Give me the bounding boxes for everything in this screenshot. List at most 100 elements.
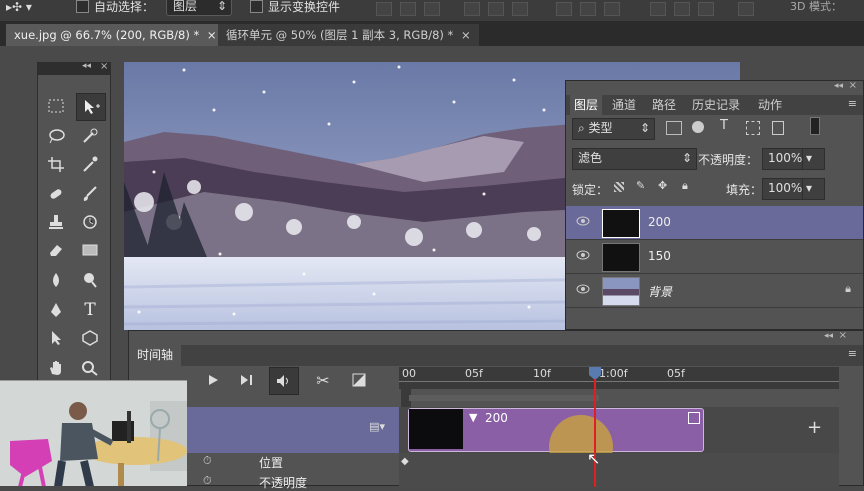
work-area-bar[interactable]	[409, 395, 599, 401]
add-track-button[interactable]: +	[807, 417, 822, 438]
lock-transparency-icon[interactable]	[614, 182, 624, 192]
eye-icon[interactable]	[576, 250, 590, 260]
show-transform-label: 显示变换控件	[268, 0, 341, 14]
layer-filter-dropdown[interactable]: ⌕ 类型 ⇕	[572, 118, 655, 140]
filter-smart-object-icon[interactable]	[772, 121, 784, 135]
tools-panel-header[interactable]: ◂◂ ×	[38, 61, 110, 75]
align-hcenter-icon[interactable]	[488, 2, 504, 16]
zoom-icon[interactable]	[76, 355, 104, 381]
lock-pixels-icon[interactable]: ✎	[636, 179, 645, 192]
close-icon[interactable]: ×	[461, 28, 471, 42]
collapse-icon[interactable]: ◂◂	[82, 61, 91, 71]
tab-layers[interactable]: 图层	[570, 95, 603, 115]
distribute-top-icon[interactable]	[556, 2, 572, 16]
pen-icon[interactable]	[42, 297, 70, 323]
audio-button[interactable]	[269, 367, 299, 395]
filter-shape-icon[interactable]	[746, 121, 760, 135]
keyframe-diamond-icon[interactable]: ◆	[401, 456, 409, 467]
lock-position-icon[interactable]: ✥	[658, 179, 667, 192]
tab-channels[interactable]: 通道	[612, 95, 636, 115]
auto-select-checkbox[interactable]	[76, 0, 89, 13]
eye-icon[interactable]	[576, 284, 590, 294]
close-icon[interactable]: ×	[207, 28, 217, 42]
eye-icon[interactable]	[576, 216, 590, 226]
clip-expand-icon[interactable]: ▼	[469, 411, 477, 424]
layer-thumbnail	[602, 277, 640, 306]
align-vcenter-icon[interactable]	[400, 2, 416, 16]
stopwatch-icon[interactable]: ⏱	[203, 454, 212, 468]
auto-select-label: 自动选择：	[94, 0, 155, 14]
close-icon[interactable]: ×	[849, 80, 857, 91]
clone-stamp-icon[interactable]	[42, 209, 70, 235]
dropdown-arrows-icon: ⇕	[681, 151, 692, 165]
filter-toggle[interactable]	[810, 117, 820, 135]
move-tool-icon[interactable]	[76, 93, 106, 121]
filter-adjustment-icon[interactable]	[692, 121, 704, 133]
doc-tab-loop-unit[interactable]: 循环单元 @ 50% (图层 1 副本 3, RGB/8) * ×	[218, 24, 479, 46]
distribute-bottom-icon[interactable]	[604, 2, 620, 16]
rect-marquee-icon[interactable]	[42, 93, 70, 119]
fill-dropdown-button[interactable]: ▾	[802, 178, 825, 200]
lasso-icon[interactable]	[42, 123, 70, 149]
opacity-dropdown-button[interactable]: ▾	[802, 148, 825, 170]
timeline-header: 时间轴 ≡	[129, 345, 863, 366]
close-icon[interactable]: ×	[100, 61, 108, 72]
panel-menu-icon[interactable]: ≡	[848, 347, 857, 360]
eyedropper-icon[interactable]	[76, 151, 104, 177]
close-icon[interactable]: ×	[839, 330, 847, 341]
distribute-right-icon[interactable]	[698, 2, 714, 16]
eraser-icon[interactable]	[42, 237, 70, 263]
tab-timeline[interactable]: 时间轴	[129, 345, 182, 366]
auto-align-icon[interactable]	[738, 2, 754, 16]
align-bottom-icon[interactable]	[424, 2, 440, 16]
step-forward-button[interactable]	[233, 367, 261, 393]
tab-paths[interactable]: 路径	[652, 95, 676, 115]
collapse-icon[interactable]: ◂◂	[824, 331, 833, 341]
filter-pixel-icon[interactable]	[666, 121, 682, 135]
gradient-icon[interactable]	[76, 237, 104, 263]
playhead-line	[594, 379, 596, 487]
distribute-hcenter-icon[interactable]	[674, 2, 690, 16]
time-ruler[interactable]: 00 05f 10f 1:00f 05f	[399, 367, 839, 389]
align-right-icon[interactable]	[512, 2, 528, 16]
spot-heal-icon[interactable]	[42, 181, 70, 207]
ruler-tick: 05f	[667, 367, 685, 380]
split-clip-button[interactable]: ✂	[309, 367, 337, 393]
dodge-icon[interactable]	[76, 267, 104, 293]
show-transform-checkbox[interactable]	[250, 0, 263, 13]
tab-history[interactable]: 历史记录	[692, 95, 740, 115]
tab-actions[interactable]: 动作	[758, 95, 782, 115]
layer-track-header[interactable]: ▤▾	[187, 407, 399, 453]
doc-tab-xue[interactable]: xue.jpg @ 66.7% (200, RGB/8) * ×	[6, 24, 225, 46]
layer-row-background[interactable]: 背景 🔒︎	[566, 274, 863, 308]
collapse-icon[interactable]: ◂◂	[834, 81, 843, 91]
path-select-icon[interactable]	[42, 325, 70, 351]
panel-menu-icon[interactable]: ≡	[848, 97, 857, 110]
transition-button[interactable]	[345, 367, 373, 393]
playhead-marker[interactable]	[589, 367, 601, 380]
play-button[interactable]	[199, 367, 227, 393]
quick-select-icon[interactable]	[76, 123, 104, 149]
distribute-left-icon[interactable]	[650, 2, 666, 16]
distribute-vcenter-icon[interactable]	[580, 2, 596, 16]
crop-icon[interactable]	[42, 151, 70, 177]
align-top-icon[interactable]	[376, 2, 392, 16]
blur-icon[interactable]	[42, 267, 70, 293]
brush-icon[interactable]	[76, 181, 104, 207]
auto-select-dropdown[interactable]: 图层 ⇕	[166, 0, 232, 16]
property-row-opacity[interactable]: ⏱ 不透明度	[187, 473, 399, 490]
lock-all-icon[interactable]: 🔒︎	[682, 179, 688, 193]
align-left-icon[interactable]	[464, 2, 480, 16]
history-brush-icon[interactable]	[76, 209, 104, 235]
move-tool-preset-icon[interactable]: ▸✣ ▾	[6, 0, 32, 22]
layer-row-150[interactable]: 150	[566, 240, 863, 274]
type-icon[interactable]: T	[76, 297, 104, 323]
shape-icon[interactable]	[76, 325, 104, 351]
clip-options-icon[interactable]	[688, 412, 700, 424]
property-row-position[interactable]: ⏱ 位置	[187, 453, 399, 471]
hand-icon[interactable]	[42, 355, 70, 381]
blend-mode-dropdown[interactable]: 滤色 ⇕	[572, 148, 697, 170]
filter-type-icon[interactable]: T	[720, 118, 728, 133]
layer-row-200[interactable]: 200	[566, 206, 863, 240]
film-strip-icon[interactable]: ▤▾	[369, 420, 385, 433]
